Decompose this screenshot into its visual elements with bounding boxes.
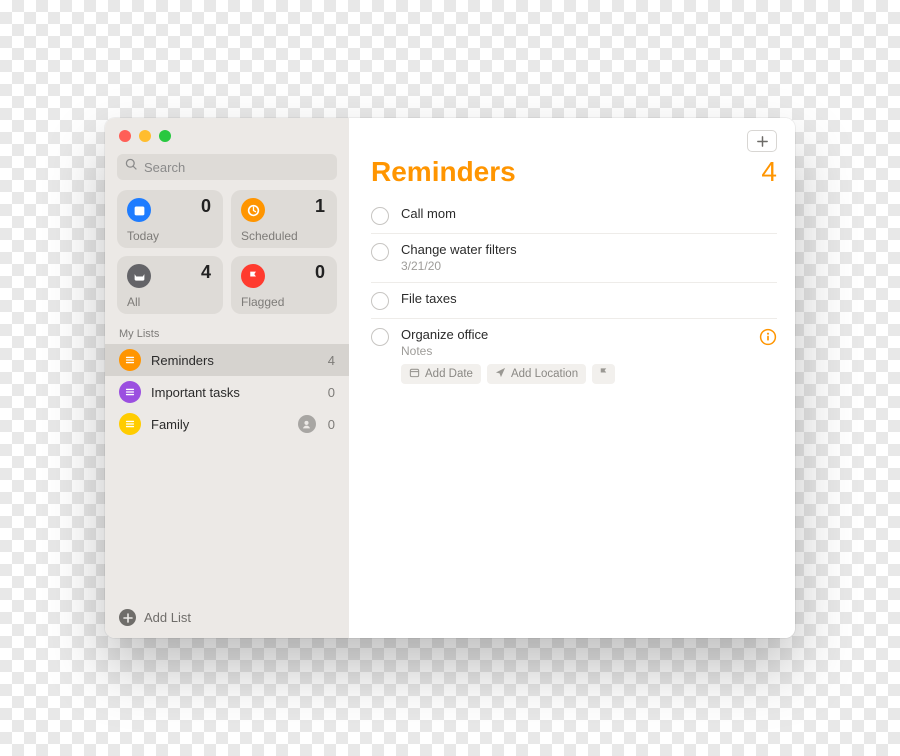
- add-date-chip[interactable]: Add Date: [401, 364, 481, 384]
- list-bullet-icon: [119, 381, 141, 403]
- smart-scheduled-label: Scheduled: [241, 229, 298, 243]
- window-minimize-button[interactable]: [139, 130, 151, 142]
- window-close-button[interactable]: [119, 130, 131, 142]
- smart-tile-all[interactable]: 4 All: [117, 256, 223, 314]
- smart-flagged-label: Flagged: [241, 295, 284, 309]
- flag-chip[interactable]: [592, 364, 615, 384]
- add-location-label: Add Location: [511, 368, 578, 380]
- quick-edit-chips: Add Date Add Location: [401, 364, 747, 384]
- complete-toggle[interactable]: [371, 292, 389, 310]
- reminder-title: Call mom: [401, 206, 777, 221]
- smart-tile-flagged[interactable]: 0 Flagged: [231, 256, 337, 314]
- reminder-item-editing[interactable]: Organize office Notes Add Date: [371, 319, 777, 393]
- add-date-label: Add Date: [425, 368, 473, 380]
- sidebar-item-count: 4: [328, 353, 335, 368]
- clock-icon: [241, 198, 265, 222]
- plus-icon: [756, 135, 769, 148]
- reminders-window: 0 Today 1 Scheduled 4 All: [105, 118, 795, 638]
- sidebar-item-count: 0: [328, 417, 335, 432]
- notes-placeholder[interactable]: Notes: [401, 344, 747, 358]
- calendar-small-icon: [409, 367, 420, 381]
- reminder-item[interactable]: File taxes: [371, 283, 777, 319]
- smart-scheduled-count: 1: [315, 196, 325, 217]
- sidebar-list-family[interactable]: Family 0: [105, 408, 349, 440]
- shared-list-icon: [298, 415, 316, 433]
- search-icon: [125, 158, 138, 176]
- sidebar-item-label: Family: [151, 417, 288, 432]
- reminder-item[interactable]: Change water filters 3/21/20: [371, 234, 777, 283]
- complete-toggle[interactable]: [371, 207, 389, 225]
- window-traffic-lights: [105, 128, 349, 154]
- list-bullet-icon: [119, 349, 141, 371]
- add-location-chip[interactable]: Add Location: [487, 364, 586, 384]
- sidebar-list-important-tasks[interactable]: Important tasks 0: [105, 376, 349, 408]
- smart-all-label: All: [127, 295, 140, 309]
- smart-tile-scheduled[interactable]: 1 Scheduled: [231, 190, 337, 248]
- reminder-items: Call mom Change water filters 3/21/20 Fi…: [371, 198, 777, 393]
- list-header: Reminders 4: [371, 156, 777, 188]
- smart-all-count: 4: [201, 262, 211, 283]
- add-list-button[interactable]: Add List: [105, 599, 349, 638]
- smart-tile-today[interactable]: 0 Today: [117, 190, 223, 248]
- search-field[interactable]: [117, 154, 337, 180]
- list-bullet-icon: [119, 413, 141, 435]
- list-count: 4: [761, 156, 777, 188]
- sidebar-item-label: Important tasks: [151, 385, 318, 400]
- sidebar-list-reminders[interactable]: Reminders 4: [105, 344, 349, 376]
- plus-circle-icon: [119, 609, 136, 626]
- smart-today-count: 0: [201, 196, 211, 217]
- location-icon: [495, 367, 506, 381]
- new-reminder-button[interactable]: [747, 130, 777, 152]
- reminder-title: Organize office: [401, 327, 747, 342]
- search-input[interactable]: [144, 160, 329, 175]
- list-title: Reminders: [371, 156, 516, 188]
- smart-lists-grid: 0 Today 1 Scheduled 4 All: [117, 190, 337, 314]
- complete-toggle[interactable]: [371, 243, 389, 261]
- smart-today-label: Today: [127, 229, 159, 243]
- add-list-label: Add List: [144, 610, 191, 625]
- sidebar-item-count: 0: [328, 385, 335, 400]
- reminder-item[interactable]: Call mom: [371, 198, 777, 234]
- flag-small-icon: [598, 367, 609, 381]
- toolbar: [371, 128, 777, 154]
- my-lists-header: My Lists: [105, 324, 349, 344]
- reminder-title: File taxes: [401, 291, 777, 306]
- info-button[interactable]: [759, 328, 777, 346]
- tray-icon: [127, 264, 151, 288]
- calendar-icon: [127, 198, 151, 222]
- reminder-date: 3/21/20: [401, 259, 777, 273]
- window-zoom-button[interactable]: [159, 130, 171, 142]
- sidebar: 0 Today 1 Scheduled 4 All: [105, 118, 349, 638]
- smart-flagged-count: 0: [315, 262, 325, 283]
- flag-icon: [241, 264, 265, 288]
- sidebar-item-label: Reminders: [151, 353, 318, 368]
- complete-toggle[interactable]: [371, 328, 389, 346]
- reminder-title: Change water filters: [401, 242, 777, 257]
- main-panel: Reminders 4 Call mom Change water filter…: [349, 118, 795, 638]
